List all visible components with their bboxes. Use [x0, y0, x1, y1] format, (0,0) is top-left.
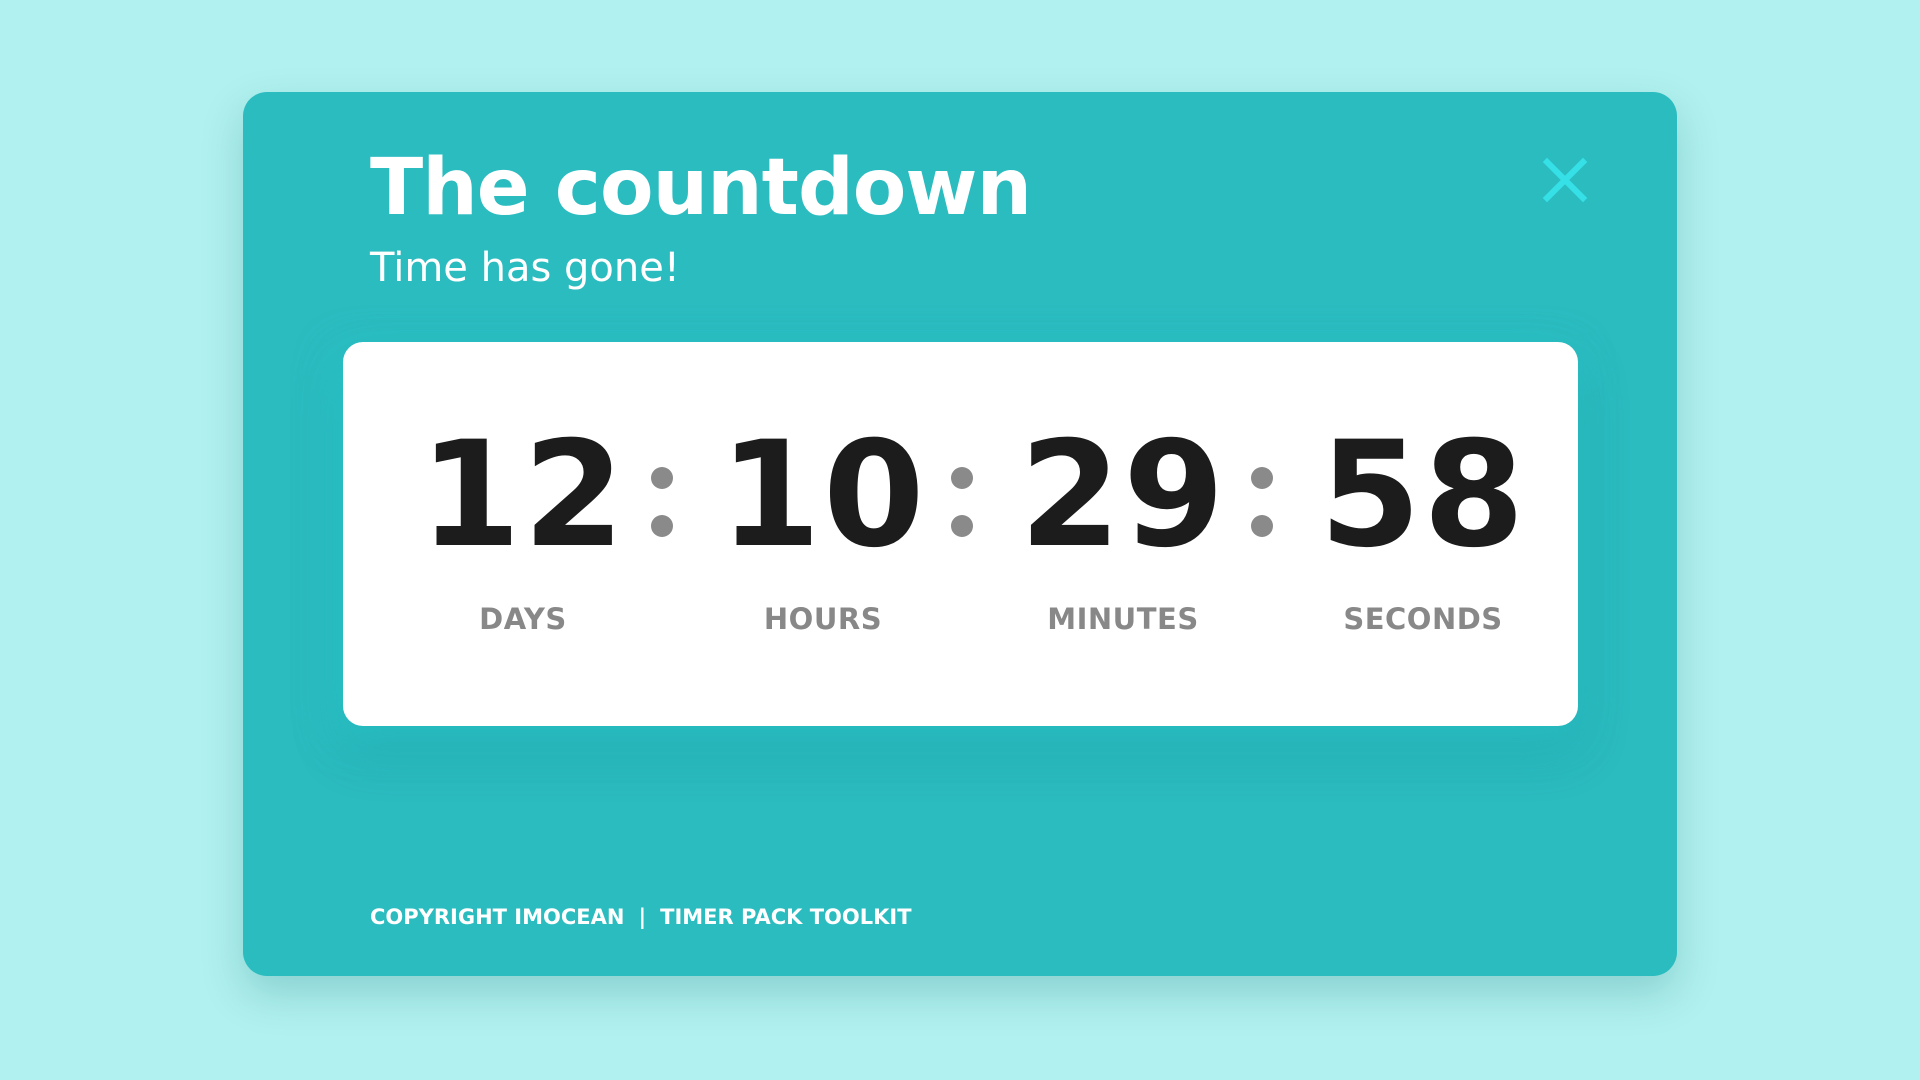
page: The countdown Time has gone! 12 DAYS 10 …	[0, 0, 1920, 1080]
separator-colon	[951, 467, 973, 537]
footer-copyright: COPYRIGHT IMOCEAN	[370, 905, 625, 929]
page-title: The countdown	[370, 143, 1032, 233]
separator-dot	[1251, 467, 1273, 489]
hours-unit: 10 HOURS	[693, 422, 953, 636]
separator-dot	[951, 515, 973, 537]
close-icon	[1542, 157, 1588, 203]
separator-dot	[651, 515, 673, 537]
minutes-unit: 29 MINUTES	[993, 422, 1253, 636]
days-label: DAYS	[479, 602, 567, 636]
days-unit: 12 DAYS	[393, 422, 653, 636]
seconds-label: SECONDS	[1343, 602, 1503, 636]
footer-credits: COPYRIGHT IMOCEAN | TIMER PACK TOOLKIT	[370, 905, 912, 929]
separator-colon	[1251, 467, 1273, 537]
footer-product: TIMER PACK TOOLKIT	[660, 905, 912, 929]
seconds-value: 58	[1319, 410, 1527, 580]
page-subtitle: Time has gone!	[370, 245, 680, 291]
days-value: 12	[419, 410, 627, 580]
separator-dot	[1251, 515, 1273, 537]
minutes-value: 29	[1019, 410, 1227, 580]
timer-panel: 12 DAYS 10 HOURS 29 MINUTES 58 SECONDS	[343, 342, 1578, 726]
seconds-unit: 58 SECONDS	[1293, 422, 1553, 636]
close-button[interactable]	[1540, 155, 1590, 205]
hours-label: HOURS	[763, 602, 883, 636]
separator-dot	[951, 467, 973, 489]
countdown-card: The countdown Time has gone! 12 DAYS 10 …	[243, 92, 1677, 976]
footer-divider: |	[638, 905, 647, 929]
minutes-label: MINUTES	[1047, 602, 1199, 636]
hours-value: 10	[719, 410, 927, 580]
separator-colon	[651, 467, 673, 537]
separator-dot	[651, 467, 673, 489]
